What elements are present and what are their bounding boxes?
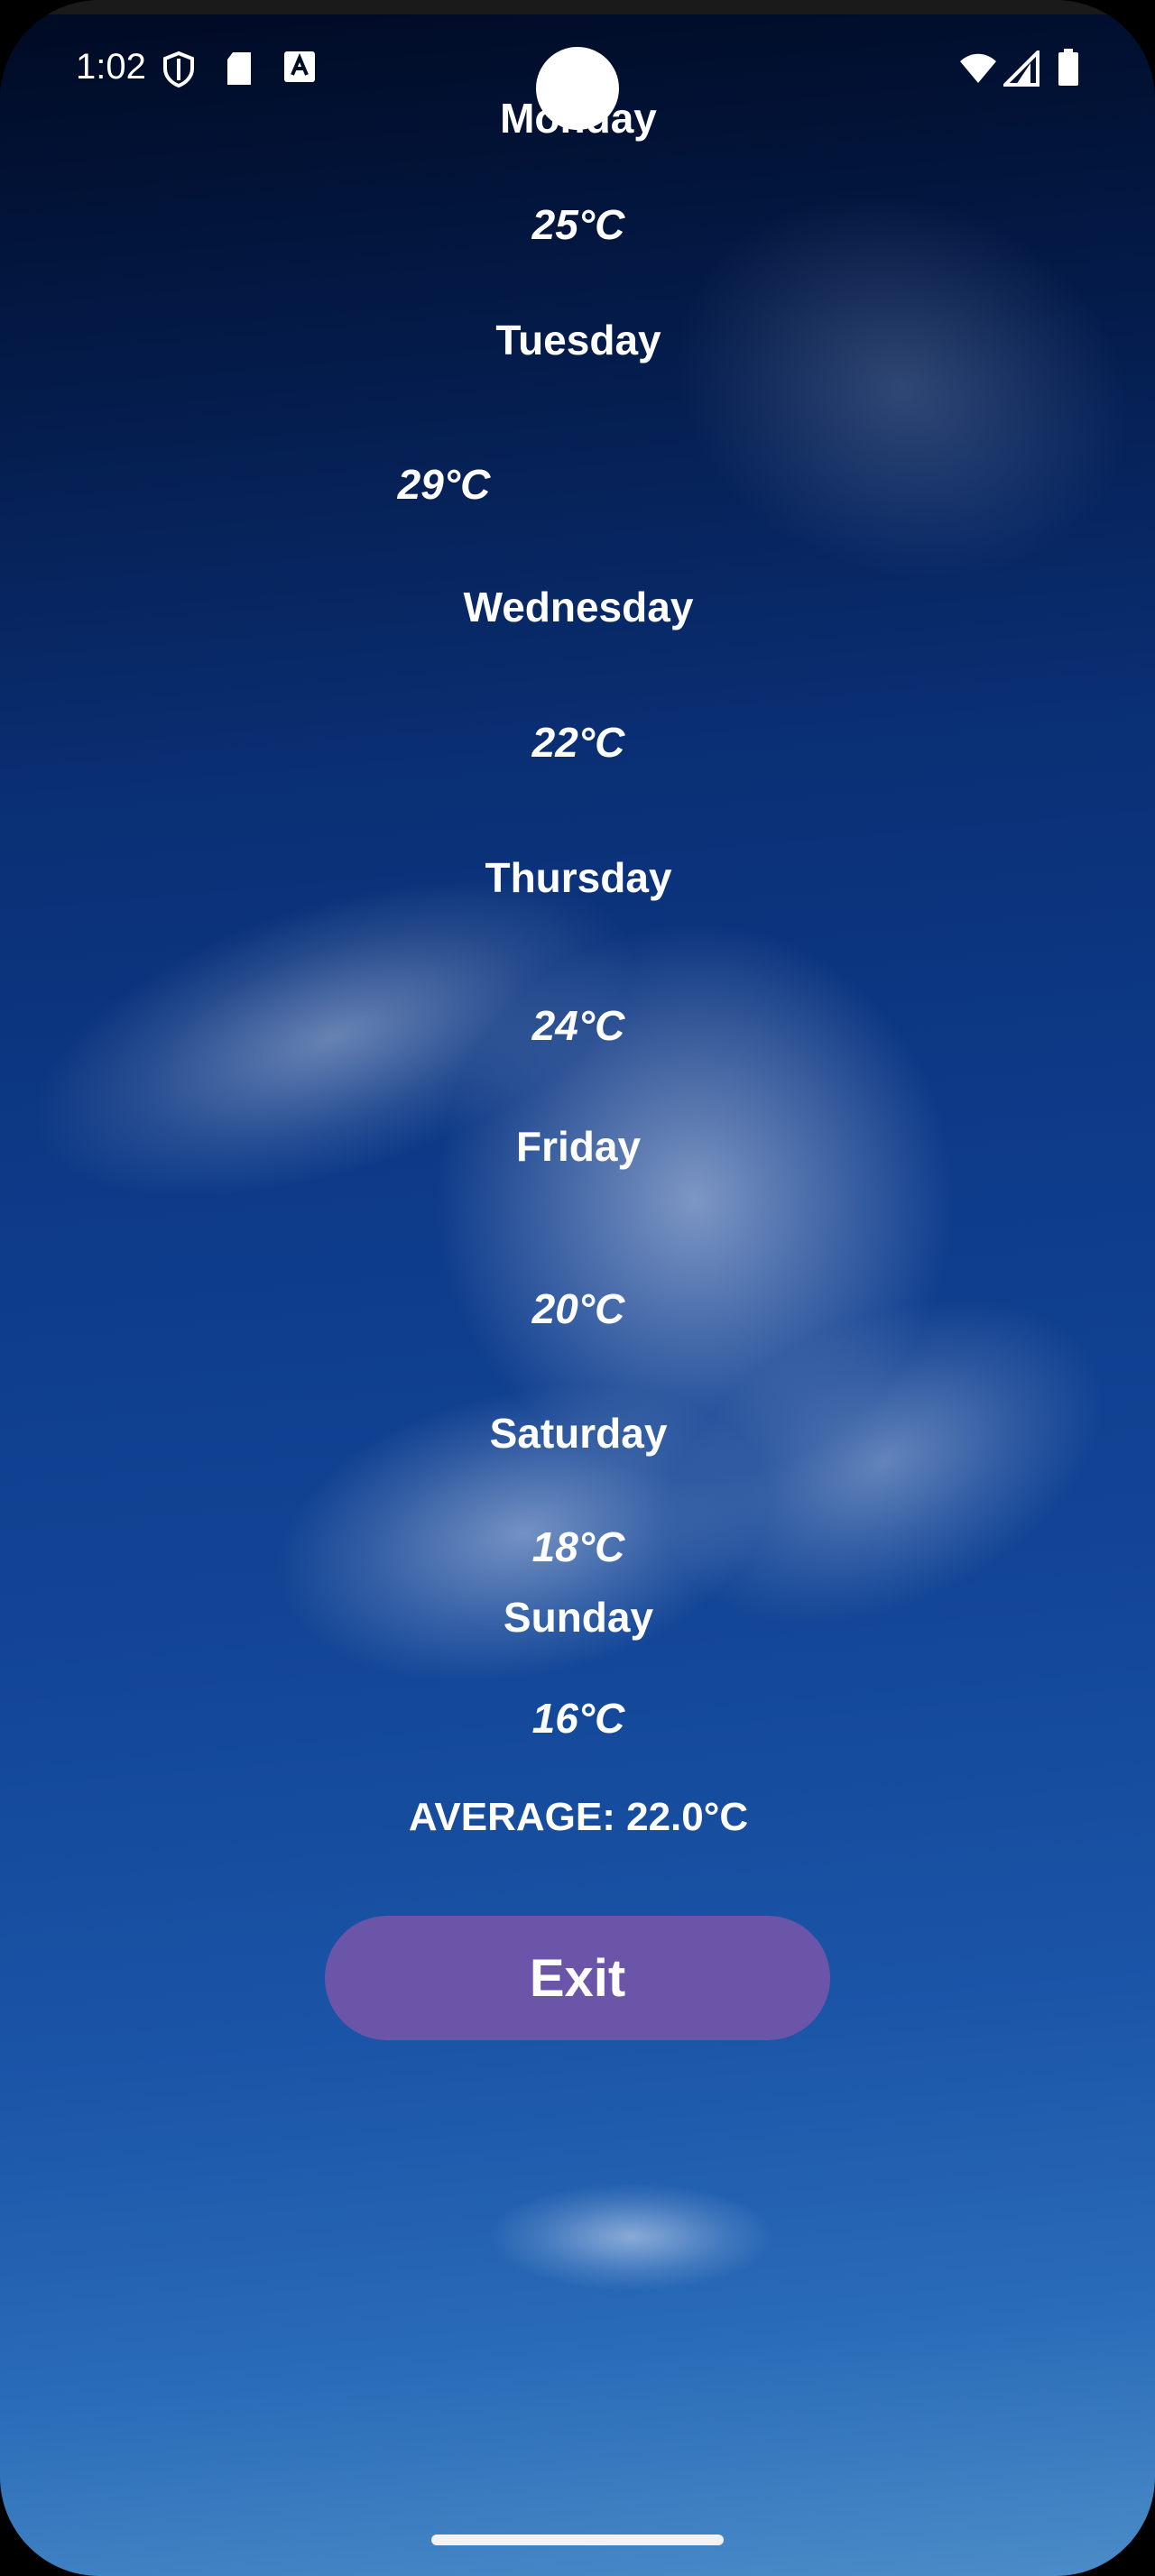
temp-label-wednesday: 22°C: [531, 719, 625, 766]
front-camera: [536, 47, 619, 130]
shield-icon: [161, 51, 197, 93]
temp-label-monday: 25°C: [531, 201, 625, 248]
home-indicator[interactable]: [431, 2535, 724, 2545]
temp-label-friday: 20°C: [531, 1285, 625, 1332]
font-a-icon: [283, 51, 316, 87]
app-screen: 1:02 25°C Tuesday 29°C Wednesday 22°C Th…: [0, 0, 1155, 2576]
temp-label-saturday: 18°C: [531, 1523, 625, 1570]
temp-label-sunday: 16°C: [531, 1695, 625, 1742]
cloud-wisp: [487, 2183, 776, 2291]
wifi-icon: [958, 52, 998, 89]
cloud-wisp: [616, 129, 1155, 647]
day-label-friday: Friday: [515, 1123, 642, 1170]
cloud-wisp: [433, 920, 956, 1479]
sd-card-icon: [224, 51, 254, 91]
cellular-signal-icon: [1001, 48, 1040, 91]
cloud-wisp: [245, 1339, 801, 1727]
average-temperature: AVERAGE: 22.0°C: [408, 1795, 749, 1839]
cloud-wisp: [610, 1231, 1155, 1691]
temp-label-thursday: 24°C: [531, 1002, 625, 1049]
status-time: 1:02: [76, 47, 146, 87]
day-label-sunday: Sunday: [503, 1594, 654, 1641]
day-label-saturday: Saturday: [489, 1410, 668, 1457]
temp-label-tuesday: 29°C: [397, 461, 491, 508]
day-label-tuesday: Tuesday: [495, 317, 661, 363]
exit-button[interactable]: Exit: [325, 1916, 830, 2040]
battery-icon: [1058, 49, 1079, 91]
day-label-thursday: Thursday: [485, 854, 672, 901]
day-label-wednesday: Wednesday: [463, 584, 694, 630]
